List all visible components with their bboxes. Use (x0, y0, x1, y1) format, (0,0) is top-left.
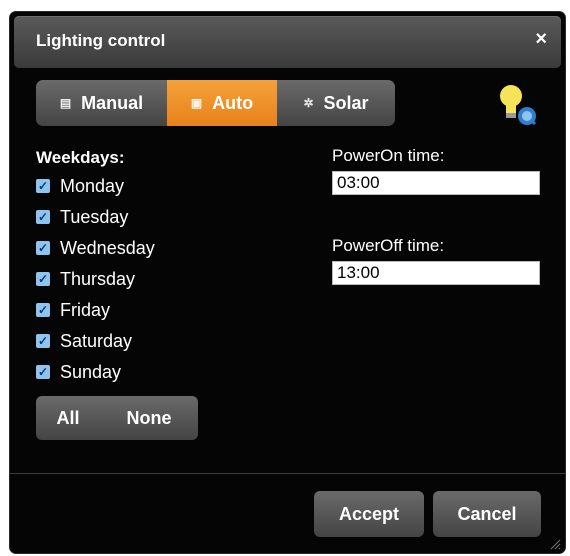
accept-button[interactable]: Accept (314, 491, 424, 537)
day-saturday[interactable]: ✓ Saturday (36, 329, 132, 353)
day-label: Saturday (60, 330, 133, 351)
footer-divider (10, 473, 565, 474)
manual-icon: ▤ (59, 96, 72, 110)
mode-auto-button[interactable]: ▣ Auto (167, 80, 277, 126)
day-tuesday[interactable]: ✓ Tuesday (36, 205, 128, 229)
mode-auto-label: Auto (212, 92, 254, 113)
poweroff-time-input[interactable] (332, 261, 540, 285)
mode-solar-button[interactable]: ✲ Solar (277, 80, 395, 126)
lighting-control-dialog: Lighting control × ▤ Manual ▣ Auto ✲ Sol… (10, 12, 565, 553)
day-wednesday[interactable]: ✓ Wednesday (36, 236, 155, 260)
day-monday[interactable]: ✓ Monday (36, 174, 124, 198)
weekdays-heading: Weekdays: (36, 148, 125, 167)
friday-checkbox[interactable]: ✓ (36, 303, 50, 317)
monday-checkbox[interactable]: ✓ (36, 179, 50, 193)
day-friday[interactable]: ✓ Friday (36, 298, 110, 322)
mode-selector: ▤ Manual ▣ Auto ✲ Solar (36, 80, 395, 126)
day-selection-group: All None (36, 396, 198, 440)
mode-manual-label: Manual (81, 92, 144, 113)
resize-grip-icon[interactable] (549, 538, 561, 550)
day-label: Wednesday (60, 237, 155, 258)
calendar-icon: ▣ (190, 96, 203, 110)
tuesday-checkbox[interactable]: ✓ (36, 210, 50, 224)
day-label: Tuesday (60, 206, 129, 227)
sun-icon: ✲ (303, 96, 314, 110)
day-sunday[interactable]: ✓ Sunday (36, 360, 121, 384)
wednesday-checkbox[interactable]: ✓ (36, 241, 50, 255)
cancel-button[interactable]: Cancel (433, 491, 541, 537)
day-label: Sunday (60, 361, 122, 382)
mode-solar-label: Solar (323, 92, 369, 113)
day-label: Monday (60, 175, 125, 196)
poweron-label: PowerOn time: (332, 146, 445, 165)
select-all-button[interactable]: All (36, 396, 100, 440)
poweron-time-input[interactable] (332, 171, 540, 195)
saturday-checkbox[interactable]: ✓ (36, 334, 50, 348)
day-label: Thursday (60, 268, 136, 289)
day-thursday[interactable]: ✓ Thursday (36, 267, 135, 291)
close-icon[interactable]: × (535, 28, 547, 51)
thursday-checkbox[interactable]: ✓ (36, 272, 50, 286)
poweroff-label: PowerOff time: (332, 236, 445, 255)
day-label: Friday (60, 299, 111, 320)
dialog-title: Lighting control (36, 31, 166, 50)
mode-manual-button[interactable]: ▤ Manual (36, 80, 167, 126)
lightbulb-icon (500, 85, 537, 126)
sunday-checkbox[interactable]: ✓ (36, 365, 50, 379)
select-none-button[interactable]: None (100, 396, 198, 440)
dialog-titlebar[interactable]: Lighting control × (14, 16, 561, 68)
